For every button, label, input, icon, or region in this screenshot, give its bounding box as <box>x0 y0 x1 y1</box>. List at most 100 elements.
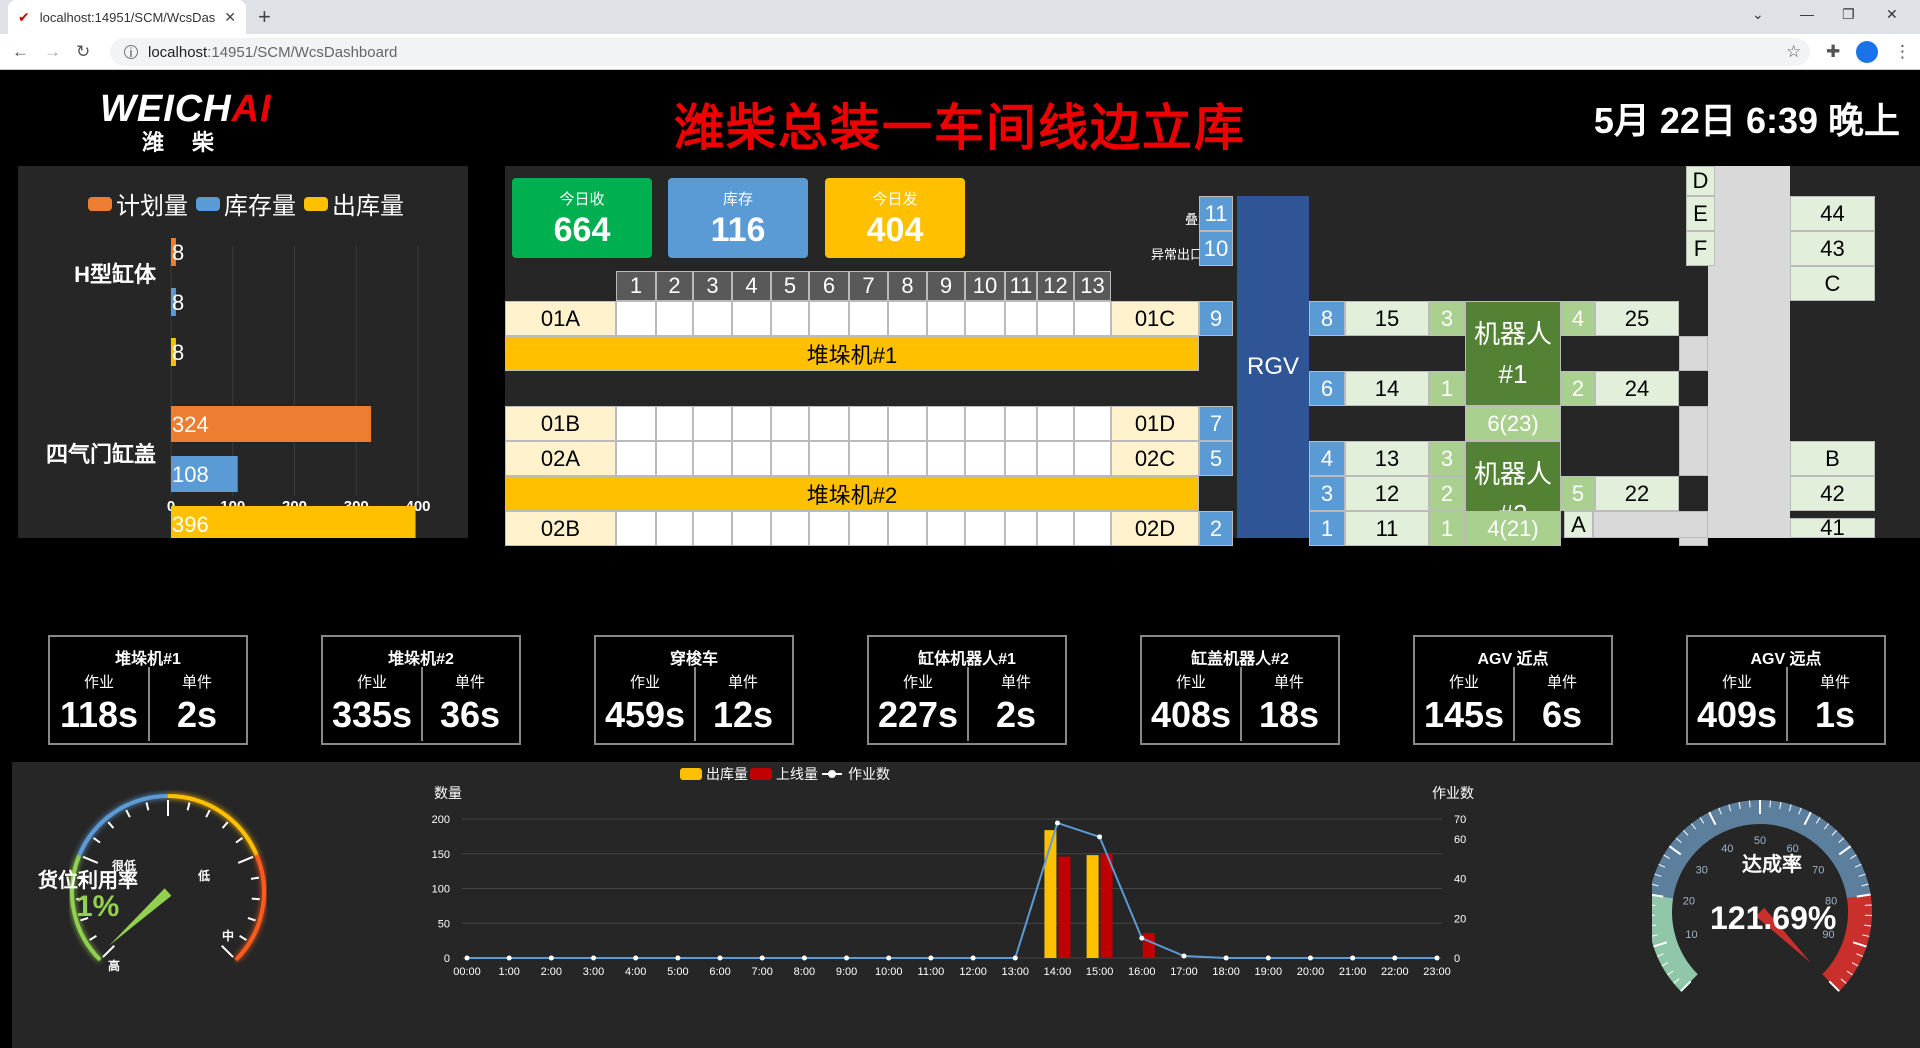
rack-slot <box>1074 441 1111 476</box>
gauge-tick-label: 50 <box>1754 835 1766 847</box>
hourly-bar <box>1086 855 1099 958</box>
new-tab-button[interactable]: + <box>258 4 271 30</box>
bar-value-label: 396 <box>172 512 209 537</box>
rack-slot <box>927 301 965 336</box>
port-10: 10 <box>1199 231 1233 266</box>
station-job-time: 408s <box>1150 694 1232 735</box>
agv-lane <box>1679 336 1708 371</box>
gauge-zone-label: 中 <box>222 928 234 943</box>
station-job-time: 459s <box>604 694 686 735</box>
rack-slot <box>849 301 888 336</box>
port-2: 2 <box>1199 511 1233 546</box>
logo-text-accent: AI <box>231 88 272 130</box>
station-divider <box>1240 667 1242 741</box>
station-card: AGV 近点 作业 145s 单件 6s <box>1413 635 1613 745</box>
category-label: 四气门缸盖 <box>46 442 156 467</box>
station-job-time: 145s <box>1423 694 1505 735</box>
x-tick-label: 10:00 <box>875 966 903 978</box>
x-tick-label: 21:00 <box>1339 966 1367 978</box>
rack-row-left: 02B <box>505 511 616 546</box>
gauge-tick-label: 20 <box>1683 896 1695 908</box>
inventory-chart-panel: 计划量 库存量 出库量 0100200300400H型缸体888四气门缸盖324… <box>18 166 468 538</box>
x-tick-label: 7:00 <box>752 966 773 978</box>
minimize-button[interactable]: — <box>1800 6 1814 22</box>
back-icon[interactable]: ← <box>12 42 29 62</box>
x-tick-label: 4:00 <box>625 966 646 978</box>
rack-slot <box>1005 441 1037 476</box>
bookmark-star-icon[interactable]: ☆ <box>1786 42 1801 62</box>
rack-slot <box>616 511 656 546</box>
kpi-stock-value: 116 <box>710 211 766 249</box>
maximize-button[interactable]: ❐ <box>1842 6 1855 23</box>
profile-avatar[interactable] <box>1856 41 1878 63</box>
legend-label: 上线量 <box>776 766 818 782</box>
rack-slot <box>656 511 693 546</box>
robot-2-slot: 22 <box>1595 476 1679 511</box>
rack-column-header: 6 <box>809 271 849 301</box>
rack-slot <box>1005 511 1037 546</box>
job-count-point <box>801 955 807 961</box>
forward-icon[interactable]: → <box>44 42 61 62</box>
station-unit-label: 单件 <box>1819 674 1850 691</box>
job-count-point <box>1307 955 1313 961</box>
robot-1-port-a: 4 <box>1561 301 1595 336</box>
utilization-gauge: 很低低中高 <box>70 794 266 973</box>
station-unit-label: 单件 <box>1273 674 1304 691</box>
rack-slot <box>693 511 732 546</box>
browser-tab[interactable]: ✔ localhost:14951/SCM/WcsDas ✕ <box>8 0 246 34</box>
line-a-robot-port: 1 <box>1429 371 1465 406</box>
x-tick-label: 00:00 <box>453 966 481 978</box>
url-host: localhost <box>148 43 208 61</box>
info-icon[interactable]: i <box>124 45 138 60</box>
rack-slot <box>732 511 771 546</box>
extensions-icon[interactable]: ✚ <box>1826 42 1840 62</box>
rack-slot <box>616 301 656 336</box>
station-job-time: 118s <box>59 694 139 735</box>
tab-search-icon[interactable]: ⌄ <box>1752 6 1764 23</box>
station-card: 穿梭车 作业 459s 单件 12s <box>594 635 794 745</box>
rack-slot <box>1074 511 1111 546</box>
rack-slot <box>1037 406 1074 441</box>
station-name: 缸盖机器人#2 <box>1191 651 1289 668</box>
station-job-label: 作业 <box>356 674 387 691</box>
rack-slot <box>809 511 849 546</box>
hourly-bar <box>1058 856 1071 958</box>
rack-slot <box>732 301 771 336</box>
favicon-icon: ✔ <box>18 8 30 25</box>
station-unit-label: 单件 <box>1546 674 1577 691</box>
agv-c: C <box>1790 266 1875 301</box>
x-tick-label: 17:00 <box>1170 966 1198 978</box>
station-divider <box>421 667 423 741</box>
line-a-robot-port: 3 <box>1429 301 1465 336</box>
station-name: 穿梭车 <box>669 651 718 668</box>
line-b-port: 4 <box>1309 441 1345 476</box>
rack-slot <box>888 406 927 441</box>
rack-slot <box>771 301 809 336</box>
gauge-tick <box>92 837 101 844</box>
station-unit-time: 36s <box>439 694 501 735</box>
kpi-today-in-label: 今日收 <box>559 191 605 208</box>
menu-icon[interactable]: ⋮ <box>1894 42 1911 62</box>
gauge-tick <box>1748 800 1751 808</box>
utilization-value: 1% <box>76 890 120 923</box>
rack-slot <box>1005 301 1037 336</box>
line-b-robot-port: 1 <box>1429 511 1465 546</box>
x-tick-label: 8:00 <box>794 966 815 978</box>
legend-swatch <box>680 768 702 780</box>
rack-slot <box>965 441 1005 476</box>
address-bar[interactable]: i localhost :14951/SCM/WcsDashboard <box>110 38 1810 66</box>
job-count-point <box>464 955 470 961</box>
job-count-point <box>970 955 976 961</box>
kpi-today-in: 今日收 664 <box>512 178 652 258</box>
reload-icon[interactable]: ↻ <box>76 42 90 62</box>
line-a-slot: 15 <box>1345 301 1429 336</box>
station-card: 缸体机器人#1 作业 227s 单件 2s <box>867 635 1067 745</box>
rack-slot <box>849 511 888 546</box>
gauge-tick-label: 30 <box>1696 865 1708 877</box>
rack-slot <box>927 406 965 441</box>
weichai-logo: WEICHAI 潍柴 <box>100 88 300 155</box>
rack-slot <box>809 301 849 336</box>
close-tab-icon[interactable]: ✕ <box>224 9 236 26</box>
robot-2-sub: 4(21) <box>1465 511 1561 546</box>
close-window-button[interactable]: ✕ <box>1886 6 1898 23</box>
